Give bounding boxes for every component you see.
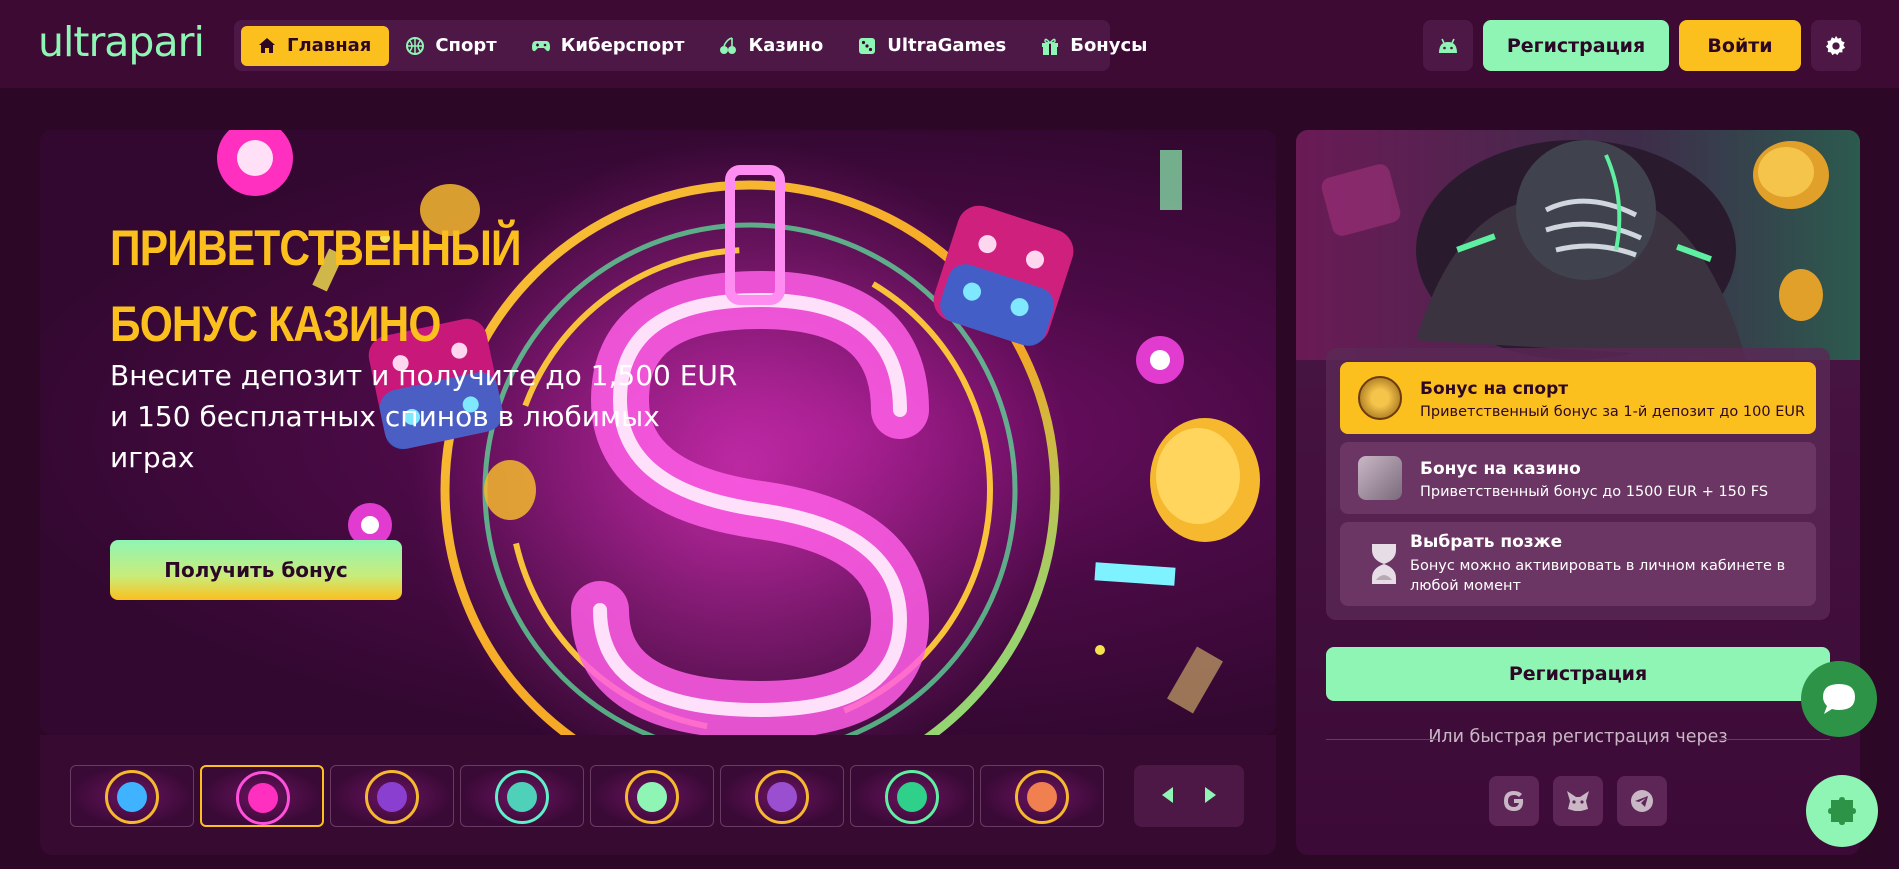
panel-register-button[interactable]: Регистрация xyxy=(1326,647,1830,701)
option-description: Приветственный бонус за 1-й депозит до 1… xyxy=(1420,404,1806,420)
nav-item-casino[interactable]: Казино xyxy=(702,26,841,66)
prev-arrow-icon[interactable] xyxy=(1162,787,1173,803)
option-description: Приветственный бонус до 1500 EUR + 150 F… xyxy=(1420,484,1769,500)
google-icon xyxy=(1504,791,1524,811)
telegram-login-button[interactable] xyxy=(1617,776,1667,826)
bonus-option-later[interactable]: Выбрать позже Бонус можно активировать в… xyxy=(1340,522,1816,606)
thumbnail-art xyxy=(377,782,407,812)
thumbnail-navigation xyxy=(1134,765,1244,827)
next-arrow-icon[interactable] xyxy=(1205,787,1216,803)
thumbnail-art xyxy=(117,782,147,812)
settings-button[interactable] xyxy=(1811,20,1861,71)
nav-item-bonuses[interactable]: Бонусы xyxy=(1024,26,1165,66)
thumbnail-art xyxy=(507,782,537,812)
banner-title: ПРИВЕТСТВЕННЫЙ БОНУС КАЗИНО xyxy=(110,220,522,352)
dice-icon xyxy=(859,37,876,54)
quick-register-label: Или быстрая регистрация через xyxy=(1326,727,1830,751)
brand-logo[interactable]: ultrapari xyxy=(38,18,205,66)
banner-thumbnail[interactable] xyxy=(720,765,844,827)
gift-icon xyxy=(1042,38,1059,55)
football-coin-icon xyxy=(1358,376,1402,420)
bonus-option-sport[interactable]: Бонус на спорт Приветственный бонус за 1… xyxy=(1340,362,1816,434)
main-nav: Главная Спорт Киберспорт Казино UltraGam… xyxy=(234,20,1147,71)
gamepad-icon xyxy=(531,40,550,51)
nav-item-ultragames[interactable]: UltraGames xyxy=(841,26,1024,66)
banner-thumbnail[interactable] xyxy=(590,765,714,827)
nav-item-label: Спорт xyxy=(435,35,497,56)
basketball-icon xyxy=(406,36,425,55)
nav-item-label: Казино xyxy=(748,35,824,56)
banner-thumbnail[interactable] xyxy=(980,765,1104,827)
option-title: Выбрать позже xyxy=(1410,532,1563,552)
android-app-button[interactable] xyxy=(1423,20,1473,71)
banner-thumbnails xyxy=(40,735,1276,855)
registration-panel: Бонус на спорт Приветственный бонус за 1… xyxy=(1296,130,1860,855)
telegram-icon xyxy=(1631,790,1653,812)
chat-bubble-icon xyxy=(1823,684,1855,714)
home-icon xyxy=(259,37,275,53)
thumbnail-art xyxy=(1027,782,1057,812)
register-button[interactable]: Регистрация xyxy=(1483,20,1669,71)
hourglass-icon xyxy=(1372,544,1396,584)
banner-thumbnail[interactable] xyxy=(330,765,454,827)
login-button[interactable]: Войти xyxy=(1679,20,1801,71)
football-player-artwork xyxy=(1296,130,1860,360)
nav-item-label: Бонусы xyxy=(1070,35,1148,56)
promo-banner: ПРИВЕТСТВЕННЫЙ БОНУС КАЗИНО Внесите депо… xyxy=(40,130,1276,735)
chat-support-button[interactable] xyxy=(1801,661,1877,737)
thumbnail-art xyxy=(897,782,927,812)
puzzle-icon xyxy=(1828,797,1856,825)
banner-thumbnail[interactable] xyxy=(850,765,974,827)
cherries-icon xyxy=(720,36,737,54)
thumbnail-art xyxy=(767,782,797,812)
playing-cards-icon xyxy=(1358,456,1402,500)
bonus-choice-box: Бонус на спорт Приветственный бонус за 1… xyxy=(1326,348,1830,620)
option-title: Бонус на спорт xyxy=(1420,379,1569,399)
nav-item-home[interactable]: Главная xyxy=(241,25,390,66)
nav-item-label: Главная xyxy=(287,35,372,56)
banner-thumbnail[interactable] xyxy=(200,765,324,827)
banner-thumbnail[interactable] xyxy=(460,765,584,827)
nav-item-label: UltraGames xyxy=(887,35,1007,56)
metamask-icon xyxy=(1567,791,1589,811)
nav-item-sport[interactable]: Спорт xyxy=(389,26,514,66)
metamask-login-button[interactable] xyxy=(1553,776,1603,826)
option-description: Бонус можно активировать в личном кабине… xyxy=(1410,558,1786,594)
option-title: Бонус на казино xyxy=(1420,459,1581,479)
nav-item-esports[interactable]: Киберспорт xyxy=(515,26,703,66)
google-login-button[interactable] xyxy=(1489,776,1539,826)
nav-item-label: Киберспорт xyxy=(560,35,685,56)
banner-thumbnail[interactable] xyxy=(70,765,194,827)
gear-icon xyxy=(1825,35,1846,55)
android-icon xyxy=(1439,38,1457,53)
top-header: ultrapari Главная Спорт Киберспорт Казин… xyxy=(0,0,1899,88)
thumbnail-art xyxy=(248,783,278,813)
games-menu-button[interactable] xyxy=(1806,775,1878,847)
bonus-option-casino[interactable]: Бонус на казино Приветственный бонус до … xyxy=(1340,442,1816,514)
get-bonus-button[interactable]: Получить бонус xyxy=(110,540,402,600)
thumbnail-art xyxy=(637,782,667,812)
banner-subtitle: Внесите депозит и получите до 1,500 EUR … xyxy=(110,359,738,474)
